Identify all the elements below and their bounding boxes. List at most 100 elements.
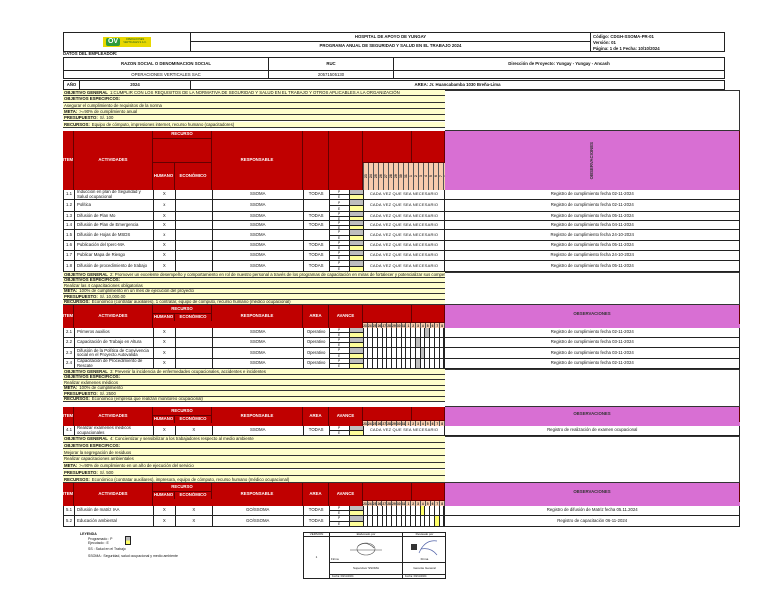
row-economico <box>176 328 213 337</box>
progress-labels: PE <box>329 221 350 230</box>
row-responsable: SSOMA <box>213 221 304 229</box>
row-activity: Capacitación de Procedimiento de Rescate <box>75 359 154 368</box>
row-schedule-note: CADA VEZ QUE SEA NECESARIO <box>364 426 446 435</box>
signature-label: Firma <box>331 557 339 561</box>
row-item: 5.2 <box>64 516 75 526</box>
objective-line: Mejorar la segregación de residuos <box>63 449 445 457</box>
row-observation: Registro de cumplimiento fecha 02-11-202… <box>445 328 741 337</box>
schedule-cell <box>440 359 445 368</box>
row-observation: Registro de cumplimiento fecha 04-11-202… <box>445 221 741 229</box>
header-recurso-blank <box>153 139 212 163</box>
header-month-2 <box>412 305 445 323</box>
year-row: AÑO 2024 AREA: Jr. Huancabamba 1030 Breñ… <box>63 80 725 90</box>
row-responsable: SSOMA <box>213 359 304 368</box>
header-humano: HUMANO <box>153 416 175 423</box>
progress-bar <box>349 359 364 368</box>
row-responsable: SSOMA <box>213 212 304 220</box>
year-label: AÑO <box>64 81 80 89</box>
objective-label: OBJETIVOS ESPECIFICOS: <box>64 374 121 380</box>
objective-label: RECURSOS: <box>64 121 90 127</box>
row-observation: Registro de cumplimiento fecha 03-11-202… <box>445 338 741 347</box>
objective-text: S/. 2500 <box>99 391 116 396</box>
row-area: TODAS <box>304 516 330 526</box>
objective-text: 3: Prevenir la incidencia de enfermedade… <box>109 369 266 374</box>
row-observation: Registro de cumplimiento fecha 05-11-202… <box>445 261 741 271</box>
legend-swatch <box>125 536 131 545</box>
legend: LEYENDA Programado : P Ejecutado : E SS … <box>80 532 200 572</box>
ejecutado-fill <box>349 364 363 368</box>
progress-bar <box>349 212 364 220</box>
objective-line: RECURSOS: Económico (empresa que realizan… <box>63 396 445 402</box>
objective-line: PRESUPUESTO: S/. 500 <box>63 469 445 477</box>
ejecutado-label: E <box>338 246 341 250</box>
header-economico: ECONÓMICO <box>175 314 212 321</box>
table-row: 1.7 Publicar Mapa de Riesgo X SSOMA TODAS P E C… <box>63 251 741 261</box>
row-responsable: SSOMA <box>213 348 304 358</box>
row-schedule-grid <box>364 338 446 347</box>
row-schedule-note: CADA VEZ QUE SEA NECESARIO <box>364 261 446 271</box>
row-humano: X <box>154 426 176 435</box>
position-1: Supervisor SSOMA <box>330 563 403 575</box>
table-row: 1.8 Difusión de procedimiento de trabajo X… <box>63 261 741 272</box>
row-item: 2.4 <box>64 359 75 368</box>
row-observation: Registro de capacitación 06-11-2024 <box>445 516 741 526</box>
row-activity: Difusión de Hojas de MSDS <box>75 230 154 240</box>
row-responsable: GO/SSOMA <box>213 516 304 526</box>
objective-label: OBJETIVOS ESPECIFICOS: <box>64 443 121 449</box>
row-area: TODAS <box>304 241 330 250</box>
header-month-1 <box>363 131 412 163</box>
table-row: 5.2 Educación ambiental X X GO/SSOMA TODAS P E R… <box>63 516 741 527</box>
table-row: 1.4 Difusión de Plan de Emergencia X SSOMA T… <box>63 221 741 230</box>
progress-labels: PE <box>329 338 350 347</box>
objective-text: Equipo de cómputo, impresiones internet,… <box>91 121 235 127</box>
table-row: 4.1 Realizar examenes medicos ocupacional… <box>63 426 741 436</box>
objective-label: RECURSOS: <box>64 396 90 402</box>
row-item: 1.5 <box>64 230 75 240</box>
table-row: 1.6 Publicación del Iperc-MA X SSOMA TODAS P E… <box>63 241 741 251</box>
ejecutado-fill <box>349 333 363 337</box>
row-item: 1.1 <box>64 190 75 199</box>
progress-labels: PE <box>329 426 350 435</box>
progress-labels: PE <box>329 230 350 240</box>
row-responsable: SSOMA <box>213 241 304 250</box>
progress-bar <box>349 230 364 240</box>
row-humano: X <box>154 241 176 250</box>
progress-labels: PE <box>329 348 350 358</box>
document-code: Código: CDGH-SSOMA-PR-01 <box>593 33 654 39</box>
row-humano: X <box>154 212 176 220</box>
header-item: ITEM <box>63 131 74 190</box>
objective-text: Económico (contratar auxiliares), 1 cont… <box>91 299 291 305</box>
row-activity: Educación ambiental <box>75 516 154 526</box>
header-responsable: RESPONSABLE <box>212 131 303 190</box>
objective-text: 1:CUMPLIR CON LOS REQUISITOS DE LA NORMA… <box>109 90 400 96</box>
objective-text: S/. 10,000.00 <box>99 294 126 299</box>
objective-label: PRESUPUESTO: <box>64 391 98 396</box>
objective-label: OBJETIVO GENERAL <box>64 90 108 96</box>
row-observation: Registro de cumplimiento fecha 02-11-202… <box>445 359 741 368</box>
row-activity: Publicar Mapa de Riesgo <box>75 251 154 260</box>
row-observation: Registro de cumplimiento fecha 05-11-202… <box>445 212 741 220</box>
table-row: 1.2 Política x SSOMA P E CADA VEZ QUE SEA NECE… <box>63 200 741 212</box>
objective-text: 2: Promover un excelente desempeño y com… <box>109 272 445 277</box>
row-item: 2.1 <box>64 328 75 337</box>
objective-label: META: <box>64 288 78 294</box>
header-responsable: RESPONSABLE <box>212 407 303 426</box>
row-schedule-grid <box>364 516 446 526</box>
section-header: ITEM ACTIVIDADES RECURSO HUMANO ECONÓMICO RES… <box>63 305 740 328</box>
row-activity: Difusión de Plan Mo <box>75 212 154 220</box>
row-observation: Registro de realización de examen ocupac… <box>445 426 741 435</box>
week-numbers: 23242526272829303112345678 <box>363 163 448 190</box>
legend-title: LEYENDA <box>80 532 97 536</box>
row-humano: X <box>154 328 176 337</box>
row-economico <box>176 359 213 368</box>
row-observation: Registro de cumplimiento fecha 02-11-202… <box>445 190 741 199</box>
observaciones-label: OBSERVACIONES <box>588 141 594 180</box>
header-month-1 <box>363 305 412 323</box>
objective-line: META: >=90% de cumplimiento en un año de … <box>63 462 445 470</box>
objective-text: Económico (empresa que realizan monitore… <box>91 396 203 402</box>
legend-item: SSOMA : Seguridad, salud ocupacional y m… <box>88 554 178 558</box>
ejecutado-label: E <box>338 353 341 358</box>
row-responsable: SSOMA <box>213 230 304 240</box>
row-economico: X <box>176 516 213 526</box>
objective-text: 100% de cumplimiento en un mes de ejecuc… <box>79 288 194 294</box>
